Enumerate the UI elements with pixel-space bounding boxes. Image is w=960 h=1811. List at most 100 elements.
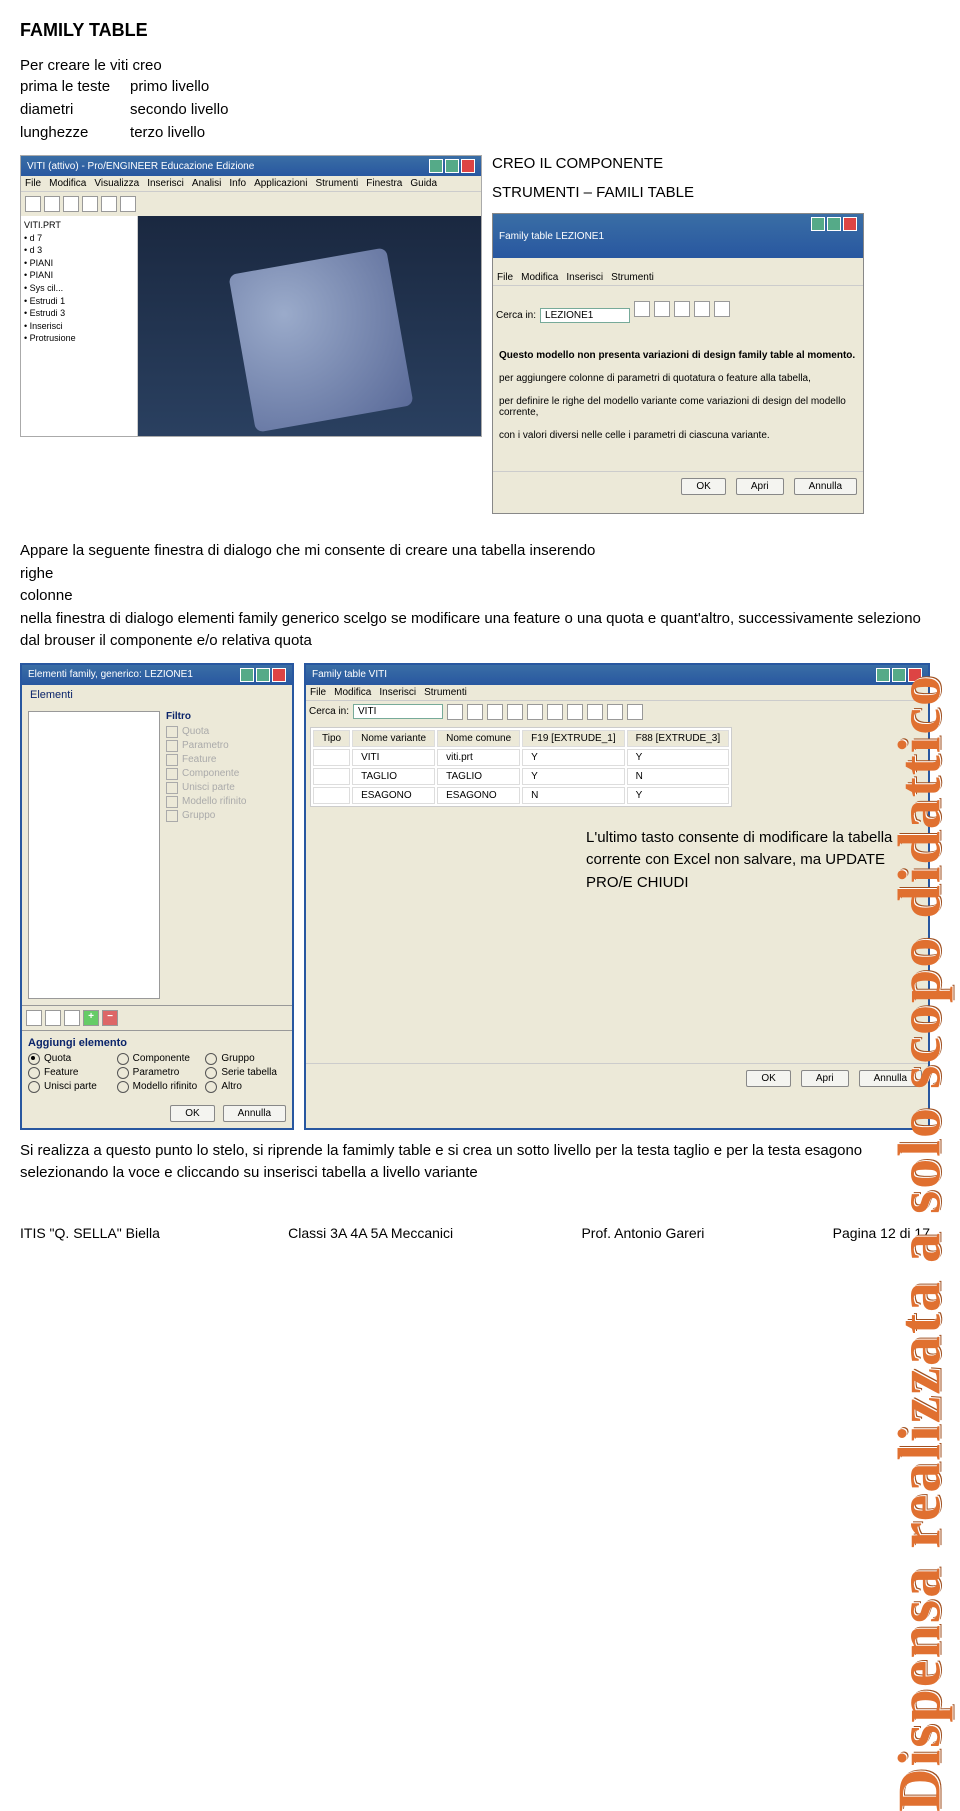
plus-icon[interactable]: +: [83, 1010, 99, 1026]
min-icon[interactable]: [811, 217, 825, 231]
menu-item[interactable]: Modifica: [49, 178, 86, 189]
table-cell[interactable]: Y: [627, 787, 729, 804]
open-button[interactable]: Apri: [736, 478, 784, 495]
tool-icon[interactable]: [101, 196, 117, 212]
cancel-button[interactable]: Annulla: [223, 1105, 286, 1122]
tree-item[interactable]: • d 3: [24, 244, 134, 257]
checkbox[interactable]: [166, 754, 178, 766]
tool-icon[interactable]: [674, 301, 690, 317]
tree-item[interactable]: • PIANI: [24, 269, 134, 282]
menu-item[interactable]: Visualizza: [94, 178, 139, 189]
tool-icon[interactable]: [627, 704, 643, 720]
family-table-grid[interactable]: TipoNome varianteNome comuneF19 [EXTRUDE…: [310, 727, 732, 807]
elements-list[interactable]: [28, 711, 160, 999]
tree-item[interactable]: • Sys cil...: [24, 282, 134, 295]
tool-icon[interactable]: [714, 301, 730, 317]
tool-icon[interactable]: [654, 301, 670, 317]
menu-item[interactable]: File: [25, 178, 41, 189]
radio-option[interactable]: Serie tabella: [205, 1067, 286, 1079]
close-icon[interactable]: [461, 159, 475, 173]
search-input[interactable]: LEZIONE1: [540, 308, 630, 323]
radio-option[interactable]: Parametro: [117, 1067, 198, 1079]
table-cell[interactable]: [313, 749, 350, 766]
checkbox[interactable]: [166, 768, 178, 780]
checkbox[interactable]: [166, 726, 178, 738]
radio-icon[interactable]: [205, 1067, 217, 1079]
model-tree[interactable]: VITI.PRT • d 7 • d 3 • PIANI • PIANI • S…: [21, 216, 138, 436]
table-header[interactable]: Nome variante: [352, 730, 435, 747]
menu-item[interactable]: Strumenti: [611, 272, 654, 283]
table-cell[interactable]: N: [522, 787, 624, 804]
radio-option[interactable]: Feature: [28, 1067, 109, 1079]
table-cell[interactable]: TAGLIO: [437, 768, 520, 785]
radio-option[interactable]: Componente: [117, 1053, 198, 1065]
search-input[interactable]: VITI: [353, 704, 443, 719]
ok-button[interactable]: OK: [681, 478, 725, 495]
tool-icon[interactable]: [634, 301, 650, 317]
table-header[interactable]: F19 [EXTRUDE_1]: [522, 730, 624, 747]
cancel-button[interactable]: Annulla: [859, 1070, 922, 1087]
3d-viewport[interactable]: [138, 216, 481, 436]
radio-icon[interactable]: [117, 1053, 129, 1065]
tree-item[interactable]: • Protrusione: [24, 332, 134, 345]
copy-icon[interactable]: [487, 704, 503, 720]
table-header[interactable]: Tipo: [313, 730, 350, 747]
tool-icon[interactable]: [25, 196, 41, 212]
menu-item[interactable]: File: [497, 272, 513, 283]
minus-icon[interactable]: −: [102, 1010, 118, 1026]
ok-button[interactable]: OK: [170, 1105, 214, 1122]
max-icon[interactable]: [256, 668, 270, 682]
cancel-button[interactable]: Annulla: [794, 478, 857, 495]
menu-item[interactable]: File: [310, 687, 326, 698]
table-row[interactable]: VITIviti.prtYY: [313, 749, 729, 766]
radio-icon[interactable]: [117, 1081, 129, 1093]
tool-icon[interactable]: [63, 196, 79, 212]
tool-icon[interactable]: [44, 196, 60, 212]
tree-item[interactable]: VITI.PRT: [24, 219, 134, 232]
tool-icon[interactable]: [82, 196, 98, 212]
menu-item[interactable]: Info: [229, 178, 246, 189]
menu-item[interactable]: Inserisci: [379, 687, 416, 698]
table-cell[interactable]: ESAGONO: [352, 787, 435, 804]
table-cell[interactable]: TAGLIO: [352, 768, 435, 785]
tool-icon[interactable]: [64, 1010, 80, 1026]
min-icon[interactable]: [240, 668, 254, 682]
menu-item[interactable]: Guida: [410, 178, 437, 189]
tree-item[interactable]: • Estrudi 3: [24, 307, 134, 320]
table-cell[interactable]: ESAGONO: [437, 787, 520, 804]
radio-option[interactable]: Unisci parte: [28, 1081, 109, 1093]
table-cell[interactable]: N: [627, 768, 729, 785]
table-header[interactable]: Nome comune: [437, 730, 520, 747]
close-icon[interactable]: [843, 217, 857, 231]
radio-icon[interactable]: [205, 1053, 217, 1065]
radio-icon[interactable]: [117, 1067, 129, 1079]
menu-item[interactable]: Analisi: [192, 178, 221, 189]
table-row[interactable]: TAGLIOTAGLIOYN: [313, 768, 729, 785]
checkbox[interactable]: [166, 796, 178, 808]
checkbox[interactable]: [166, 740, 178, 752]
menu-item[interactable]: Strumenti: [315, 178, 358, 189]
table-cell[interactable]: viti.prt: [437, 749, 520, 766]
menu-item[interactable]: Inserisci: [566, 272, 603, 283]
arrow-icon[interactable]: [26, 1010, 42, 1026]
menu-item[interactable]: Modifica: [334, 687, 371, 698]
min-icon[interactable]: [876, 668, 890, 682]
table-cell[interactable]: Y: [522, 749, 624, 766]
tool-icon[interactable]: [607, 704, 623, 720]
max-icon[interactable]: [827, 217, 841, 231]
tree-item[interactable]: • Inserisci: [24, 320, 134, 333]
max-icon[interactable]: [445, 159, 459, 173]
ok-button[interactable]: OK: [746, 1070, 790, 1087]
open-button[interactable]: Apri: [801, 1070, 849, 1087]
tool-icon[interactable]: [120, 196, 136, 212]
min-icon[interactable]: [429, 159, 443, 173]
menu-item[interactable]: Modifica: [521, 272, 558, 283]
close-icon[interactable]: [272, 668, 286, 682]
menu-item[interactable]: Inserisci: [147, 178, 184, 189]
toolbar-icons[interactable]: [21, 192, 481, 216]
tool-icon[interactable]: [694, 301, 710, 317]
radio-icon[interactable]: [205, 1081, 217, 1093]
radio-icon[interactable]: [28, 1081, 40, 1093]
close-icon[interactable]: [908, 668, 922, 682]
tree-item[interactable]: • d 7: [24, 232, 134, 245]
